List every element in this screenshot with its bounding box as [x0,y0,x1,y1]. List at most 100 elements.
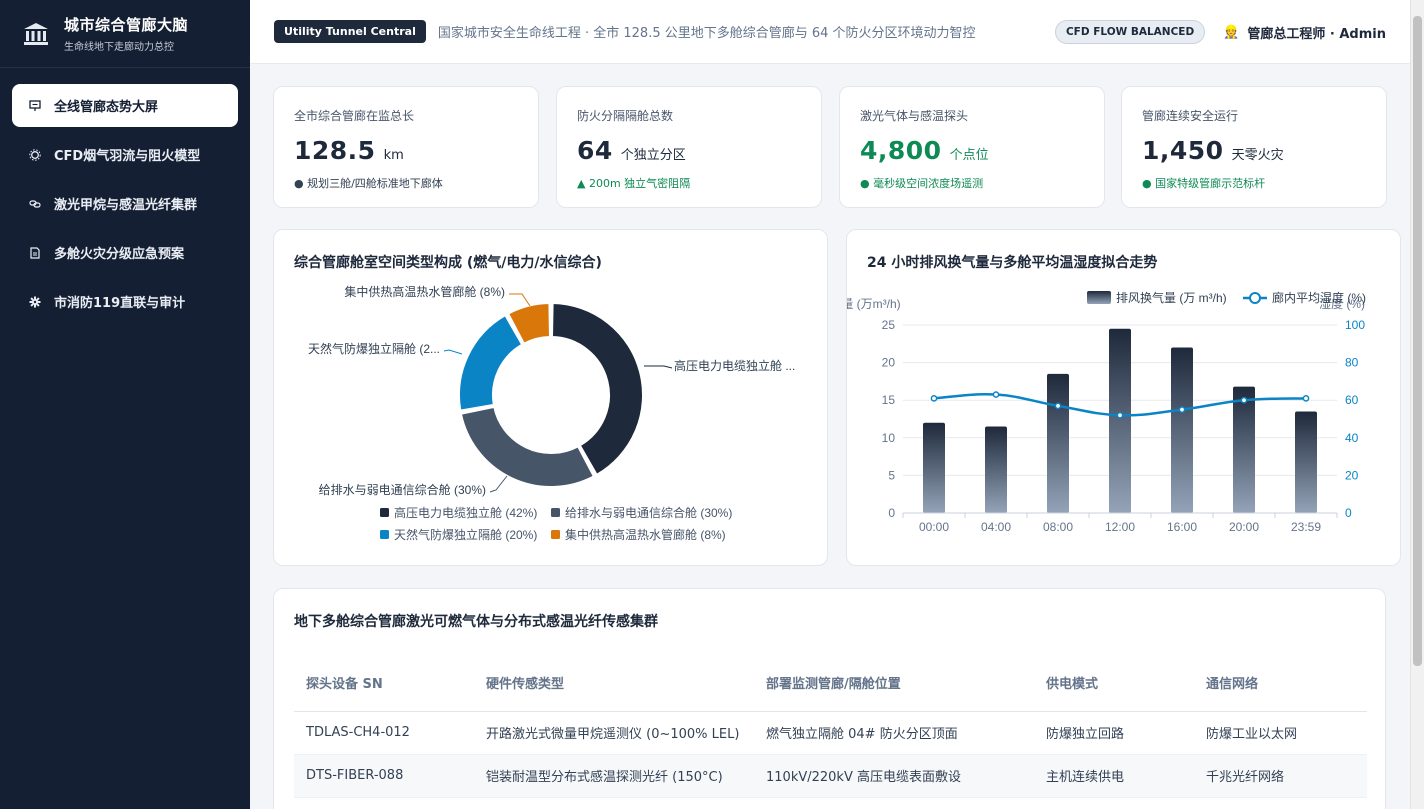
building-columns-icon [24,22,48,45]
user-name[interactable]: 管廊总工程师 · Admin [1247,23,1386,42]
x-tick-label: 04:00 [981,520,1011,534]
callout-line [509,293,531,307]
engineer-avatar-icon: 👷 [1223,24,1240,40]
panel-title: 地下多舱综合管廊激光可燃气体与分布式感温光纤传感集群 [294,614,658,630]
donut-chart: 高压电力电缆独立舱 ... 给排水与弱电通信综合舱 (30%) 天然气防爆独立隔舱 … [308,284,795,542]
humidity-point [1116,411,1124,419]
table-cell: 主机连续供电 [1034,754,1194,798]
column-header[interactable]: 探头设备 SN [294,655,474,712]
donut-slice [458,314,524,412]
sidebar: 城市综合管廊大脑 生命线地下走廊动力总控 全线管廊态势大屏 CFD烟气羽流与阻火… [0,0,250,809]
sensor-table: 探头设备 SN 硬件传感类型 部署监测管廊/隔舱位置 供电模式 通信网络 TDL… [294,655,1367,798]
table-cell: TDLAS-CH4-012 [294,711,474,755]
kpi-unit: 天零火灾 [1231,148,1284,163]
legend-swatch [551,530,560,539]
callout-label: 天然气防爆独立隔舱 (2... [308,341,440,356]
kpi-card-safe-days: 管廊连续安全运行 1,450 天零火灾 ● 国家特级管廊示范标杆 [1121,86,1387,208]
column-header[interactable]: 部署监测管廊/隔舱位置 [754,655,1034,712]
table-cell: 燃气独立隔舱 04# 防火分区顶面 [754,711,1034,755]
top-header: Utility Tunnel Central 国家城市安全生命线工程 · 全市 … [250,0,1410,64]
sidebar-item-label: 市消防119直联与审计 [54,296,186,311]
legend-label: 廊内平均湿度 (%) [1272,290,1366,305]
column-header[interactable]: 通信网络 [1194,655,1367,712]
cog-icon [28,295,42,309]
table-cell: 防爆工业以太网 [1194,711,1367,755]
y2-tick-label: 60 [1345,393,1359,407]
kpi-note: ▲ 200m 独立气密阻隔 [577,177,691,190]
y2-tick-label: 20 [1345,468,1359,482]
humidity-point [992,391,1000,398]
kpi-card-fire-compartments: 防火分隔隔舱总数 64 个独立分区 ▲ 200m 独立气密阻隔 [556,86,822,208]
combo-chart-panel: 24 小时排风换气量与多舱平均温湿度拟合走势 0 5 10 15 20 25 0 20 40 60… [846,229,1401,566]
humidity-point [1302,394,1310,402]
column-header[interactable]: 供电模式 [1034,655,1194,712]
kpi-label: 防火分隔隔舱总数 [577,109,674,123]
legend-marker [1249,292,1261,304]
sidebar-item-emergency-plan[interactable]: 多舱火灾分级应急预案 [12,231,238,274]
sidebar-item-label: 全线管廊态势大屏 [54,100,159,115]
y-axis-label: 换气量 (万m³/h) [847,296,901,311]
y-tick-label: 25 [882,318,896,332]
bar [1295,411,1317,513]
sidebar-item-sensor-cluster[interactable]: 激光甲烷与感温光纤集群 [12,182,238,225]
system-tag: Utility Tunnel Central [274,20,426,43]
donut-slice [551,302,644,476]
legend-label: 排风换气量 (万 m³/h) [1116,290,1227,305]
legend-label: 高压电力电缆独立舱 (42%) [394,505,537,520]
callout-line [644,365,673,369]
brand-title: 城市综合管廊大脑 [64,16,189,34]
combo-chart: 0510152025020406080100换气量 (万m³/h)湿度 (%)0… [847,290,1366,534]
link-icon [28,197,42,211]
table-scroll-container[interactable]: 探头设备 SN 硬件传感类型 部署监测管廊/隔舱位置 供电模式 通信网络 TDL… [294,655,1367,798]
sidebar-item-label: 多舱火灾分级应急预案 [54,247,185,262]
column-header[interactable]: 硬件传感类型 [474,655,754,712]
legend-swatch [551,508,560,517]
donut-chart-panel: 综合管廊舱室空间类型构成 (燃气/电力/水信综合) 高压电力电缆独立舱 ... 给… [273,229,828,566]
callout-label: 高压电力电缆独立舱 ... [674,358,795,373]
table-row[interactable]: DTS-FIBER-088 铠装耐温型分布式感温探测光纤 (150°C) 110… [294,754,1367,798]
sensor-table-panel: 地下多舱综合管廊激光可燃气体与分布式感温光纤传感集群 探头设备 SN 硬件传感类… [273,588,1386,809]
x-tick-label: 00:00 [919,520,949,534]
y-tick-label: 5 [888,468,895,482]
x-tick-label: 20:00 [1229,520,1259,534]
callout-line [443,349,463,355]
sidebar-item-fire-link-audit[interactable]: 市消防119直联与审计 [12,280,238,323]
bar [1047,373,1069,513]
kpi-label: 全市综合管廊在监总长 [294,109,415,123]
y2-tick-label: 100 [1345,318,1365,332]
bar [923,422,945,513]
table-cell: 110kV/220kV 高压电缆表面敷设 [754,754,1034,798]
humidity-point [1178,406,1186,413]
sidebar-item-dashboard[interactable]: 全线管廊态势大屏 [12,84,238,127]
kpi-unit: km [383,148,404,163]
x-tick-label: 08:00 [1043,520,1073,534]
kpi-note: ● 国家特级管廊示范标杆 [1142,177,1266,190]
brand-subtitle: 生命线地下走廊动力总控 [64,42,174,53]
table-row[interactable]: TDLAS-CH4-012 开路激光式微量甲烷遥测仪 (0~100% LEL) … [294,711,1367,755]
table-cell: 铠装耐温型分布式感温探测光纤 (150°C) [474,754,754,798]
page-scrollbar[interactable] [1410,0,1424,809]
kpi-note: ● 毫秒级空间浓度场遥测 [860,177,984,190]
table-cell: 千兆光纤网络 [1194,754,1367,798]
legend-label: 天然气防爆独立隔舱 (20%) [394,527,537,542]
y-tick-label: 20 [882,356,896,370]
callout-line [489,475,508,493]
kpi-unit: 个点位 [949,148,989,163]
kpi-value: 128.5 [294,136,376,165]
donut-slice [459,405,595,488]
legend-label: 集中供热高温热水管廊舱 (8%) [565,527,726,542]
callout-label: 集中供热高温热水管廊舱 (8%) [344,284,505,299]
kpi-label: 管廊连续安全运行 [1142,109,1239,123]
status-badge: CFD FLOW BALANCED [1054,20,1206,44]
kpi-label: 激光气体与感温探头 [860,109,969,123]
humidity-point [930,394,938,402]
sidebar-item-cfd-model[interactable]: CFD烟气羽流与阻火模型 [12,133,238,176]
header-right: CFD FLOW BALANCED 👷 管廊总工程师 · Admin [1054,0,1386,64]
kpi-value: 64 [577,136,613,165]
sidebar-item-label: CFD烟气羽流与阻火模型 [54,149,201,164]
bar [1233,386,1255,513]
kpi-value: 1,450 [1142,136,1224,165]
header-description: 国家城市安全生命线工程 · 全市 128.5 公里地下多舱综合管廊与 64 个防… [437,26,976,41]
sidebar-nav: 全线管廊态势大屏 CFD烟气羽流与阻火模型 激光甲烷与感温光纤集群 多舱火灾分级… [0,68,250,345]
scrollbar-thumb[interactable] [1413,16,1422,666]
